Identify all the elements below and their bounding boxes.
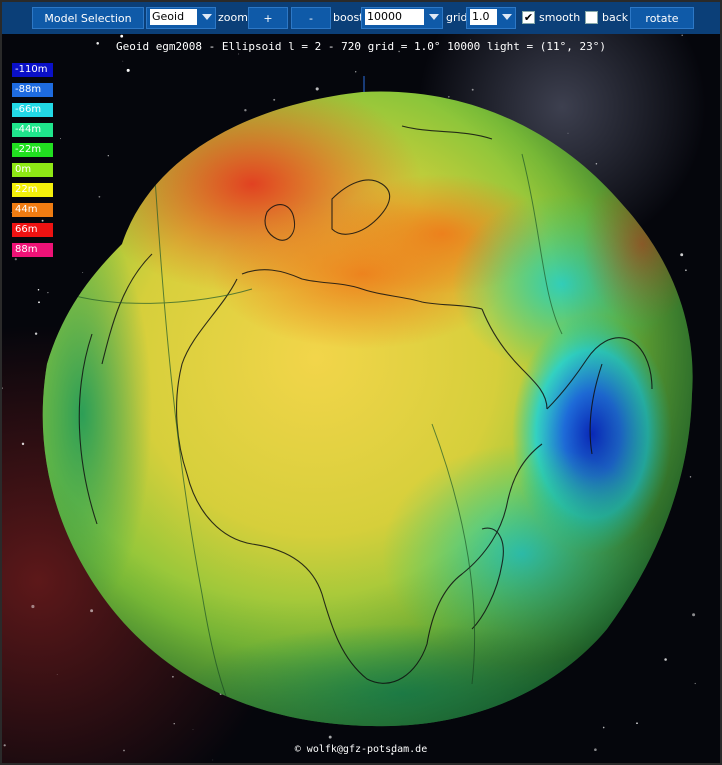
star bbox=[38, 301, 40, 304]
star bbox=[98, 195, 101, 198]
grid-select-value: 1.0 bbox=[470, 9, 497, 25]
chevron-down-icon bbox=[202, 14, 212, 20]
chevron-down-icon bbox=[502, 14, 512, 20]
star bbox=[34, 332, 38, 335]
legend-item: 66m bbox=[12, 223, 53, 237]
model-selection-button[interactable]: Model Selection bbox=[32, 7, 144, 29]
star bbox=[37, 289, 40, 291]
star bbox=[120, 34, 124, 38]
legend-item: 22m bbox=[12, 183, 53, 197]
star bbox=[173, 723, 175, 725]
star bbox=[567, 132, 569, 134]
star bbox=[315, 87, 319, 91]
star bbox=[56, 674, 58, 675]
boost-select[interactable]: 10000 bbox=[361, 7, 443, 29]
zoom-out-button[interactable]: - bbox=[291, 7, 331, 29]
checkmark-icon: ✔ bbox=[523, 11, 534, 24]
star bbox=[244, 109, 247, 112]
back-checkbox[interactable] bbox=[585, 11, 598, 24]
color-legend: -110m -88m -66m -44m -22m 0m 22m 44m 66m 88m bbox=[12, 63, 53, 263]
legend-item: -88m bbox=[12, 83, 53, 97]
star bbox=[692, 613, 696, 617]
star bbox=[447, 95, 450, 98]
zoom-in-button[interactable]: + bbox=[248, 7, 288, 29]
legend-item: -22m bbox=[12, 143, 53, 157]
star bbox=[681, 34, 683, 37]
legend-item: -110m bbox=[12, 63, 53, 77]
star bbox=[192, 728, 194, 730]
boost-label: boost bbox=[333, 11, 364, 24]
zoom-label: zoom bbox=[218, 11, 248, 24]
star bbox=[664, 658, 667, 661]
star bbox=[107, 155, 109, 157]
star bbox=[680, 253, 684, 257]
star bbox=[122, 60, 124, 62]
smooth-checkbox[interactable]: ✔ bbox=[522, 11, 535, 24]
legend-item: 44m bbox=[12, 203, 53, 217]
model-select-value: Geoid bbox=[150, 9, 197, 25]
star bbox=[126, 68, 130, 72]
grid-select[interactable]: 1.0 bbox=[466, 7, 516, 29]
legend-item: 88m bbox=[12, 243, 53, 257]
toolbar: Model Selection Geoid zoom + - boost 100… bbox=[2, 2, 720, 35]
smooth-label: smooth bbox=[539, 11, 581, 24]
legend-item: -66m bbox=[12, 103, 53, 117]
model-status-line: Geoid egm2008 - Ellipsoid l = 2 - 720 gr… bbox=[115, 40, 607, 53]
back-label: back bbox=[602, 11, 629, 24]
star bbox=[171, 675, 174, 678]
legend-item: 0m bbox=[12, 163, 53, 177]
star bbox=[328, 735, 332, 739]
star bbox=[471, 88, 474, 91]
boost-select-value: 10000 bbox=[365, 9, 424, 25]
star bbox=[694, 682, 696, 685]
star bbox=[212, 759, 214, 761]
star bbox=[685, 269, 687, 272]
legend-item: -44m bbox=[12, 123, 53, 137]
star bbox=[602, 726, 605, 729]
model-select[interactable]: Geoid bbox=[146, 7, 216, 29]
star bbox=[21, 442, 25, 446]
rotate-button[interactable]: rotate bbox=[630, 7, 694, 29]
star bbox=[82, 272, 84, 273]
star bbox=[595, 162, 598, 165]
star bbox=[273, 98, 276, 101]
grid-label: grid bbox=[446, 11, 468, 24]
star bbox=[355, 71, 357, 73]
app-window: Model Selection Geoid zoom + - boost 100… bbox=[0, 0, 722, 765]
credit-text: © wolfk@gfz-potsdam.de bbox=[294, 744, 428, 755]
star bbox=[47, 292, 49, 294]
star bbox=[90, 609, 94, 613]
star bbox=[636, 722, 638, 724]
star bbox=[31, 604, 35, 609]
star bbox=[60, 138, 61, 140]
star bbox=[238, 53, 240, 55]
geoid-viewport[interactable] bbox=[2, 34, 720, 763]
chevron-down-icon bbox=[429, 14, 439, 20]
star bbox=[689, 476, 692, 478]
